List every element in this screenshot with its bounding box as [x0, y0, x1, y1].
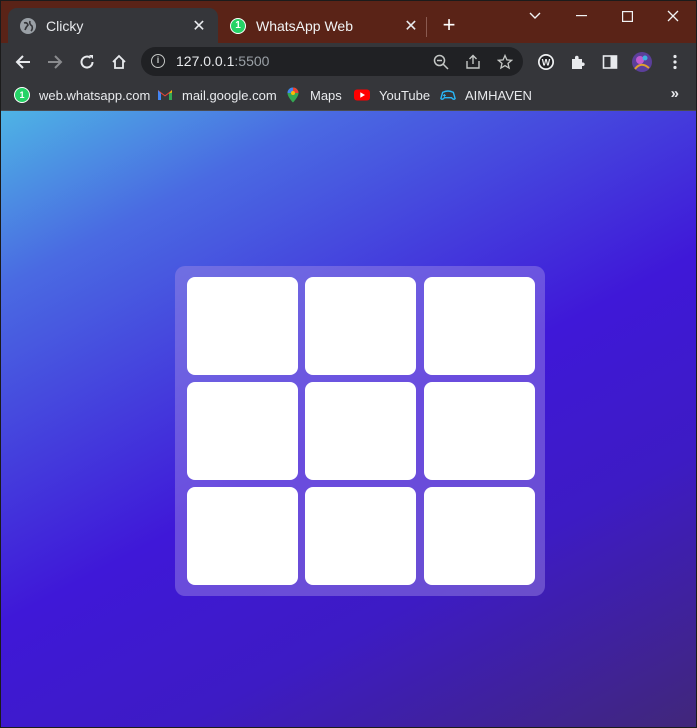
tab-clicky[interactable]: Clicky ✕ [8, 8, 218, 43]
site-info-icon[interactable]: i [151, 54, 165, 68]
board-cell[interactable] [187, 277, 298, 375]
bookmark-whatsapp[interactable]: 1 web.whatsapp.com [14, 86, 150, 104]
tab-search-chevron-down-icon[interactable] [512, 4, 558, 28]
browser-titlebar: Clicky ✕ 1 WhatsApp Web ✕ + [0, 0, 697, 43]
address-bar[interactable]: i 127.0.0.1:5500 [141, 47, 523, 76]
home-button[interactable] [105, 48, 133, 76]
board-cell[interactable] [424, 277, 535, 375]
board-cell[interactable] [187, 487, 298, 585]
bookmark-maps[interactable]: Maps [285, 86, 342, 104]
url-port: :5500 [234, 53, 270, 69]
url-host: 127.0.0.1 [176, 53, 235, 69]
bookmark-label: mail.google.com [182, 87, 277, 103]
svg-text:W: W [542, 57, 551, 67]
bookmark-label: YouTube [379, 87, 431, 103]
close-tab-icon[interactable]: ✕ [190, 16, 208, 36]
page-content [1, 111, 696, 727]
back-button[interactable] [9, 48, 37, 76]
reload-button[interactable] [73, 48, 101, 76]
bookmark-youtube[interactable]: YouTube [354, 86, 430, 104]
board-cell[interactable] [424, 382, 535, 480]
profile-avatar[interactable] [628, 48, 656, 76]
bookmarks-bar: 1 web.whatsapp.com mail.google.com Maps … [0, 80, 697, 111]
minimize-button[interactable] [558, 4, 604, 28]
share-icon[interactable] [463, 52, 483, 72]
globe-icon [20, 17, 36, 34]
more-bookmarks-button[interactable]: » [671, 85, 679, 102]
kebab-menu-icon[interactable] [661, 48, 689, 76]
game-board [175, 266, 545, 596]
bookmark-gmail[interactable]: mail.google.com [157, 86, 277, 104]
board-cell[interactable] [424, 487, 535, 585]
gmail-icon [157, 87, 173, 103]
tab-whatsapp-web[interactable]: 1 WhatsApp Web ✕ [218, 8, 430, 43]
whatsapp-icon: 1 [230, 17, 246, 34]
close-window-button[interactable] [650, 4, 696, 28]
maps-pin-icon [285, 87, 301, 103]
youtube-icon [354, 87, 370, 103]
bookmark-label: Maps [310, 87, 342, 103]
puzzle-extensions-icon[interactable] [564, 48, 592, 76]
board-cell[interactable] [187, 382, 298, 480]
wappalyzer-icon[interactable]: W [532, 48, 560, 76]
board-cell[interactable] [305, 382, 416, 480]
tab-title: WhatsApp Web [256, 17, 354, 34]
gamepad-icon [440, 87, 456, 103]
browser-toolbar: i 127.0.0.1:5500 W [0, 43, 697, 80]
maximize-button[interactable] [604, 4, 650, 28]
side-panel-icon[interactable] [596, 48, 624, 76]
tab-title: Clicky [46, 17, 84, 34]
url-text[interactable]: 127.0.0.1:5500 [176, 53, 269, 69]
board-cell[interactable] [305, 487, 416, 585]
bookmark-label: web.whatsapp.com [39, 87, 151, 103]
whatsapp-icon: 1 [14, 87, 30, 103]
tab-separator [426, 17, 427, 37]
close-tab-icon[interactable]: ✕ [402, 16, 420, 36]
new-tab-button[interactable]: + [438, 12, 460, 38]
bookmark-aimhaven[interactable]: AIMHAVEN [440, 86, 532, 104]
star-icon[interactable] [495, 52, 515, 72]
zoom-out-icon[interactable] [431, 52, 451, 72]
board-cell[interactable] [305, 277, 416, 375]
bookmark-label: AIMHAVEN [465, 87, 532, 103]
forward-button[interactable] [41, 48, 69, 76]
